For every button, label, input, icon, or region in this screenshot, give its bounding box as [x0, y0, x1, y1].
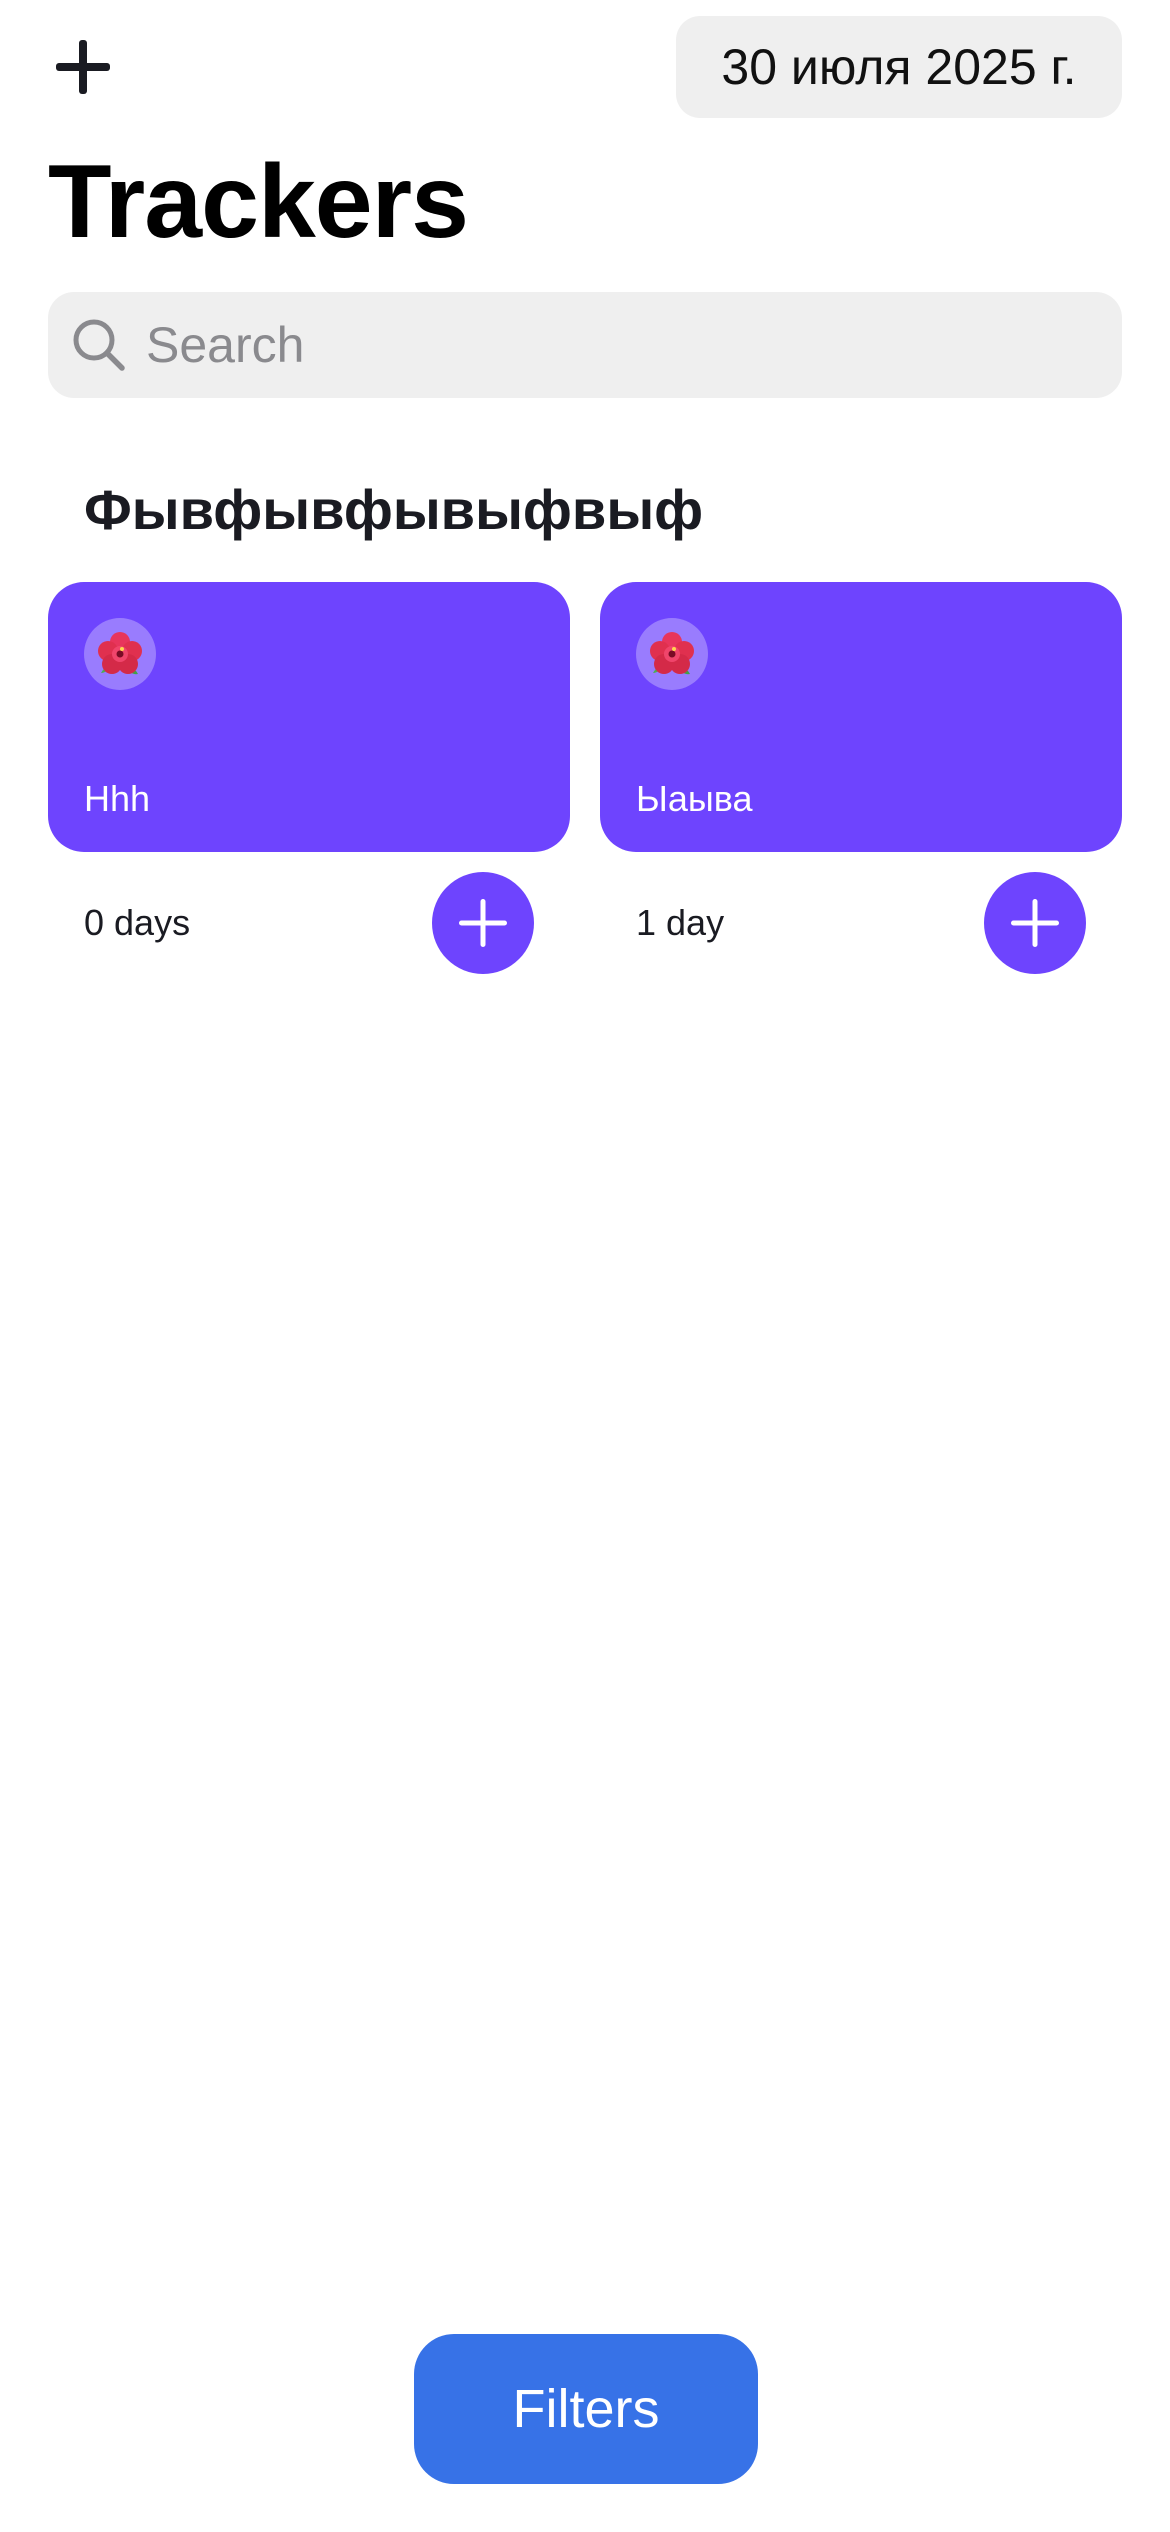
filters-button-label: Filters — [512, 2379, 660, 2439]
tracker-emoji-badge — [636, 618, 708, 690]
plus-icon — [56, 40, 110, 94]
search-icon — [73, 319, 125, 371]
tracker-day-count: 0 days — [84, 902, 191, 943]
plus-icon — [1011, 899, 1059, 947]
tracker-name: Ыаыва — [636, 778, 753, 819]
hibiscus-icon — [98, 632, 142, 675]
mark-complete-button[interactable] — [984, 872, 1086, 974]
date-label: 30 июля 2025 г. — [721, 39, 1077, 95]
tracker-emoji-badge — [84, 618, 156, 690]
tracker-item: Ыаыва 1 day — [600, 582, 1122, 974]
category-title: Фывфывфывыфвыф — [84, 478, 704, 541]
page-title: Trackers — [48, 144, 469, 260]
tracker-name: Hhh — [84, 778, 151, 819]
search-input[interactable] — [146, 305, 1046, 385]
mark-complete-button[interactable] — [432, 872, 534, 974]
tracker-card[interactable]: Ыаыва — [600, 582, 1122, 852]
add-tracker-button[interactable] — [52, 36, 114, 98]
tracker-card[interactable]: Hhh — [48, 582, 570, 852]
date-picker[interactable]: 30 июля 2025 г. — [676, 16, 1122, 118]
plus-icon — [459, 899, 507, 947]
tracker-item: Hhh 0 days — [48, 582, 570, 974]
search-bar[interactable] — [48, 292, 1122, 398]
hibiscus-icon — [650, 632, 694, 675]
tracker-day-count: 1 day — [636, 902, 725, 943]
filters-button[interactable]: Filters — [414, 2334, 758, 2484]
